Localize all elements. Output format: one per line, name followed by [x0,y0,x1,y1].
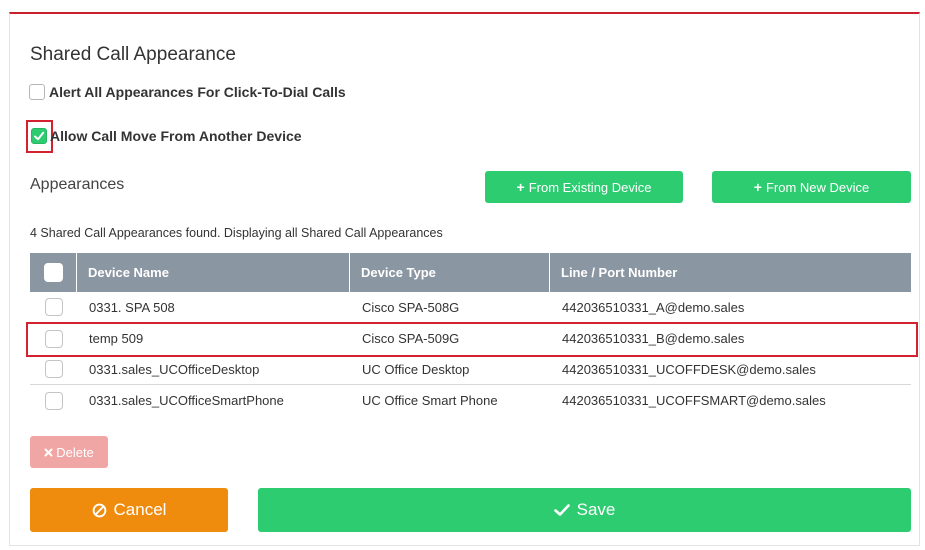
device-name-cell: 0331.sales_UCOfficeSmartPhone [89,393,284,408]
select-all-checkbox[interactable] [43,263,63,282]
checkmark-icon [34,131,45,141]
appearances-heading: Appearances [30,176,125,193]
device-name-cell: 0331. SPA 508 [89,299,175,315]
line-port-cell: 442036510331_UCOFFSMART@demo.sales [562,393,826,408]
allow-call-move-option[interactable]: Allow Call Move From Another Device [29,128,302,144]
save-button[interactable]: Save [258,488,911,532]
alert-all-option[interactable]: Alert All Appearances For Click-To-Dial … [29,84,346,100]
table-row[interactable]: 0331.sales_UCOfficeSmartPhone UC Office … [30,385,911,416]
from-new-device-button[interactable]: + From New Device [712,171,911,203]
line-port-cell: 442036510331_UCOFFDESK@demo.sales [562,361,816,377]
from-existing-device-label: From Existing Device [528,179,652,195]
row-select-cell [30,292,77,322]
row-select-cell [30,354,77,384]
column-header-line-port[interactable]: Line / Port Number [550,253,911,292]
table-row[interactable]: 0331. SPA 508 Cisco SPA-508G 44203651033… [30,292,911,323]
row-highlight-box [26,322,918,357]
column-header-device-type[interactable]: Device Type [350,253,550,292]
delete-label: Delete [56,444,94,460]
device-type-cell: Cisco SPA-508G [362,299,460,315]
cancel-button[interactable]: Cancel [30,488,228,532]
save-label: Save [576,500,616,519]
plus-icon: + [753,179,762,195]
row-select-cell [30,385,77,416]
cancel-label: Cancel [113,500,167,519]
row-checkbox[interactable] [44,298,63,316]
from-new-device-label: From New Device [765,179,870,195]
plus-icon: + [516,179,525,195]
close-icon [44,448,53,457]
allow-call-move-checkbox[interactable] [31,128,47,144]
delete-button[interactable]: Delete [30,436,108,468]
table-header: Device Name Device Type Line / Port Numb… [30,253,911,292]
allow-call-move-label: Allow Call Move From Another Device [50,128,302,144]
device-name-cell: 0331.sales_UCOfficeDesktop [89,361,260,377]
line-port-cell: 442036510331_A@demo.sales [562,299,745,315]
row-checkbox[interactable] [44,391,63,410]
device-type-cell: UC Office Smart Phone [362,393,498,408]
checkmark-icon [553,503,570,517]
device-type-cell: UC Office Desktop [362,361,470,377]
from-existing-device-button[interactable]: + From Existing Device [485,171,683,203]
select-all-cell [30,253,77,292]
alert-all-checkbox[interactable] [29,84,45,100]
column-header-device-name[interactable]: Device Name [77,253,350,292]
results-count-text: 4 Shared Call Appearances found. Display… [30,226,443,240]
row-checkbox[interactable] [44,360,63,378]
table-row[interactable]: 0331.sales_UCOfficeDesktop UC Office Des… [30,354,911,385]
ban-icon [92,503,107,518]
dialog-title: Shared Call Appearance [30,44,236,65]
alert-all-label: Alert All Appearances For Click-To-Dial … [49,84,346,100]
